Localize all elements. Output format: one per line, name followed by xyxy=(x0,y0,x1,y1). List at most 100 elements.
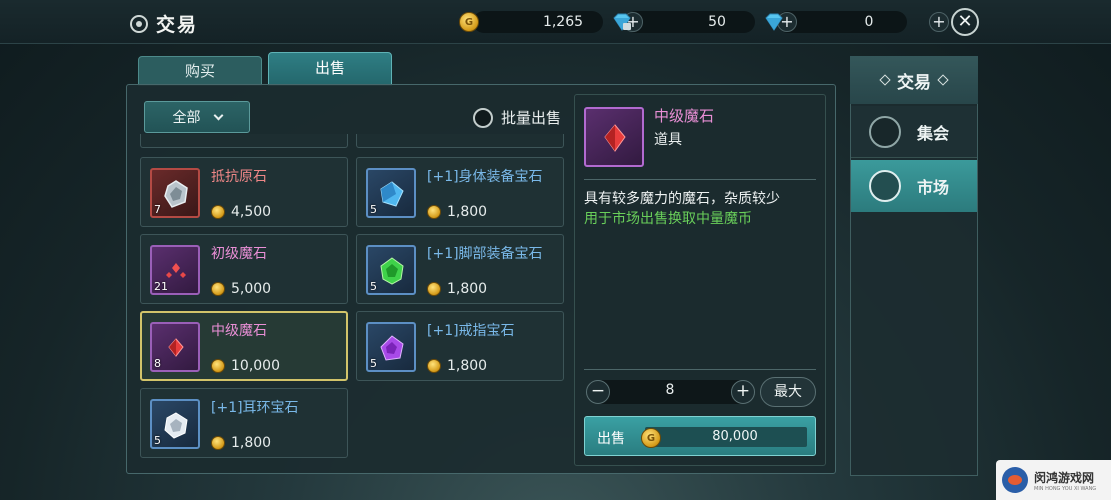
item-price: 5,000 xyxy=(211,281,271,297)
item-price: 4,500 xyxy=(211,204,271,220)
item-count: 5 xyxy=(370,357,377,370)
watermark-subtext: MIN HONG YOU XI WANG xyxy=(1034,485,1097,492)
item-price-value: 1,800 xyxy=(447,204,488,220)
item-price: 1,800 xyxy=(427,281,487,297)
gold-coin-icon xyxy=(211,282,225,296)
tab-sell[interactable]: 出售 xyxy=(268,52,392,86)
gold-coin-icon xyxy=(427,359,441,373)
gold-coin-icon xyxy=(211,436,225,450)
diamond-icon xyxy=(765,13,783,31)
quantity-value[interactable]: 8 xyxy=(620,382,720,398)
list-item-peek-left xyxy=(140,134,348,148)
item-price-value: 4,500 xyxy=(231,204,272,220)
item-price-value: 1,800 xyxy=(231,435,272,451)
item-icon-frame: 5 xyxy=(366,245,416,295)
settings-gear-icon xyxy=(130,14,148,33)
detail-description: 具有较多魔力的魔石，杂质较少 xyxy=(584,191,780,207)
item-icon-frame: 21 xyxy=(150,245,200,295)
inventory-item[interactable]: 21 初级魔石 5,000 xyxy=(140,234,348,304)
item-name: [+1]耳环宝石 xyxy=(211,400,299,416)
side-nav-item-gathering[interactable]: 集会 xyxy=(851,106,977,158)
item-price-value: 1,800 xyxy=(447,281,488,297)
title-area: 交易 xyxy=(130,10,198,37)
batch-sell-label: 批量出售 xyxy=(501,109,562,127)
item-icon-frame: 5 xyxy=(366,322,416,372)
list-item-peek-right xyxy=(356,134,564,148)
item-count: 21 xyxy=(154,280,168,293)
side-nav-item-label: 市场 xyxy=(917,178,950,197)
close-button[interactable]: ✕ xyxy=(951,8,979,36)
quantity-decrease-button[interactable]: − xyxy=(586,380,610,404)
diamond-value: 0 xyxy=(864,14,874,30)
bag-icon xyxy=(869,115,901,148)
page-title: 交易 xyxy=(156,14,199,36)
chevron-down-icon xyxy=(213,110,223,120)
item-price-value: 1,800 xyxy=(447,358,488,374)
item-name: [+1]身体装备宝石 xyxy=(427,169,543,185)
sell-total-value: 80,000 xyxy=(712,429,758,444)
purple-gem-icon xyxy=(380,335,404,361)
side-nav-title: 交易 xyxy=(897,72,931,93)
inventory-item[interactable]: 5 [+1]脚部装备宝石 1,800 xyxy=(356,234,564,304)
site-watermark: 闵鸿游戏网 MIN HONG YOU XI WANG xyxy=(996,460,1111,500)
item-icon-frame: 5 xyxy=(150,399,200,449)
watermark-text: 闵鸿游戏网 xyxy=(1034,470,1095,485)
item-name: 中级魔石 xyxy=(211,323,267,339)
item-count: 5 xyxy=(370,280,377,293)
category-dropdown[interactable]: 全部 xyxy=(144,101,250,133)
gold-value: 1,265 xyxy=(542,14,584,30)
item-price-value: 5,000 xyxy=(231,281,272,297)
divider xyxy=(584,369,816,370)
item-price: 1,800 xyxy=(427,204,487,220)
inventory-item[interactable]: 7 抵抗原石 4,500 xyxy=(140,157,348,227)
item-count: 8 xyxy=(154,357,161,370)
detail-item-type: 道具 xyxy=(654,132,682,148)
ornament-icon xyxy=(937,74,949,86)
item-price-value: 10,000 xyxy=(231,358,280,374)
detail-item-name: 中级魔石 xyxy=(654,107,715,125)
inventory-item-selected[interactable]: 8 中级魔石 10,000 xyxy=(140,311,348,381)
diamond-add-button[interactable]: + xyxy=(929,12,949,32)
gold-coin-icon xyxy=(427,282,441,296)
item-name: 抵抗原石 xyxy=(211,169,267,185)
item-icon-frame: 5 xyxy=(366,168,416,218)
blue-gem-icon xyxy=(380,181,404,207)
resist-stone-icon xyxy=(164,180,188,208)
watermark-logo-icon xyxy=(1002,467,1028,493)
item-count: 5 xyxy=(154,434,161,447)
inventory-item[interactable]: 5 [+1]身体装备宝石 1,800 xyxy=(356,157,564,227)
item-count: 5 xyxy=(370,203,377,216)
quantity-increase-button[interactable]: + xyxy=(731,380,755,404)
bound-diamond-value: 50 xyxy=(708,14,726,30)
item-name: 初级魔石 xyxy=(211,246,267,262)
sell-button-label: 出售 xyxy=(597,431,625,447)
item-name: [+1]脚部装备宝石 xyxy=(427,246,543,262)
gold-coin-icon: G xyxy=(641,428,661,448)
watermark-text-block: 闵鸿游戏网 MIN HONG YOU XI WANG xyxy=(1034,469,1096,492)
batch-sell-radio[interactable] xyxy=(473,107,493,128)
gold-coin-icon xyxy=(211,205,225,219)
max-quantity-button[interactable]: 最大 xyxy=(760,377,816,407)
inventory-item[interactable]: 5 [+1]戒指宝石 1,800 xyxy=(356,311,564,381)
gold-coin-icon xyxy=(427,205,441,219)
side-nav-item-market[interactable]: 市场 xyxy=(851,160,977,212)
stall-icon xyxy=(869,170,901,202)
item-price: 10,000 xyxy=(211,358,280,374)
mid-magic-stone-icon xyxy=(604,124,626,152)
category-dropdown-label: 全部 xyxy=(172,110,201,126)
gold-coin-icon xyxy=(211,359,225,373)
item-icon-frame: 7 xyxy=(150,168,200,218)
mid-magic-stone-icon xyxy=(168,338,184,357)
item-price: 1,800 xyxy=(211,435,271,451)
sell-button[interactable]: 出售 G 80,000 xyxy=(584,416,816,456)
divider xyxy=(584,179,816,180)
side-nav-header: 交易 xyxy=(850,56,978,104)
inventory-item[interactable]: 5 [+1]耳环宝石 1,800 xyxy=(140,388,348,458)
tab-buy[interactable]: 购买 xyxy=(138,56,262,86)
side-nav-item-label: 集会 xyxy=(917,123,950,143)
item-count: 7 xyxy=(154,203,161,216)
detail-usage: 用于市场出售换取中量魔币 xyxy=(584,211,752,227)
bound-diamond-icon xyxy=(613,13,631,31)
batch-sell-toggle[interactable]: 批量出售 xyxy=(473,107,561,128)
white-gem-icon xyxy=(164,412,188,439)
